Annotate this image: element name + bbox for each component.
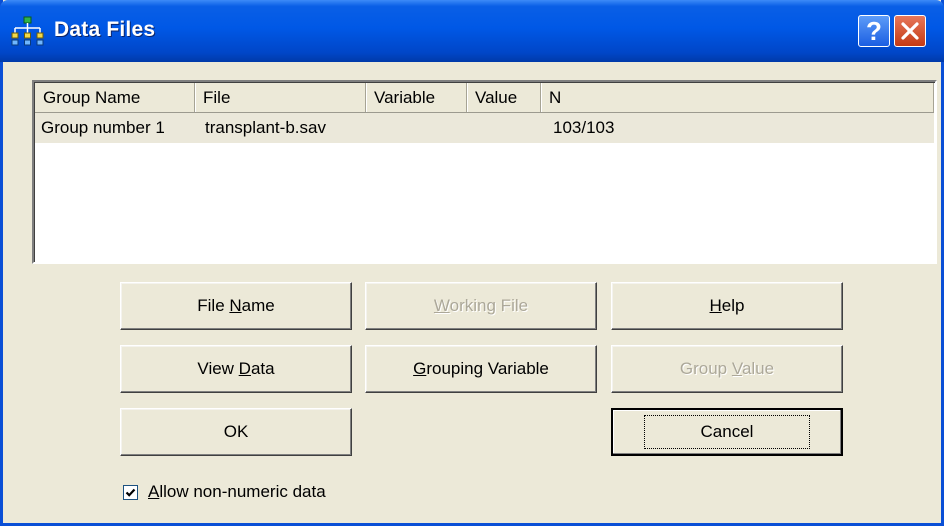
view-data-button[interactable]: View Data [120, 345, 352, 393]
cancel-button[interactable]: Cancel [611, 408, 843, 456]
working-file-label: Working File [433, 296, 529, 315]
column-header-value[interactable]: Value [467, 83, 541, 112]
help-label: Help [709, 296, 745, 315]
grouping-variable-label: Grouping Variable [413, 359, 549, 378]
column-header-file[interactable]: File [195, 83, 366, 112]
cell-group-name: Group number 1 [41, 118, 165, 137]
grouping-variable-button[interactable]: Grouping Variable [365, 345, 597, 393]
close-button[interactable] [894, 15, 926, 47]
cell-n: 103/103 [553, 118, 615, 137]
checkmark-icon [125, 488, 136, 497]
close-icon [901, 22, 919, 40]
allow-non-numeric-label[interactable]: Allow non-numeric data [148, 482, 326, 502]
file-name-label: File Name [197, 296, 275, 315]
working-file-button[interactable]: Working File [365, 282, 597, 330]
window-title: Data Files [54, 18, 156, 41]
column-header-variable[interactable]: Variable [366, 83, 467, 112]
title-bar[interactable]: Data Files ? [0, 0, 944, 62]
column-header-group-name[interactable]: Group Name [35, 83, 195, 112]
ok-button[interactable]: OK [120, 408, 352, 456]
view-data-label: View Data [197, 359, 275, 378]
group-value-label: Group Value [679, 359, 775, 378]
network-tree-icon [11, 16, 44, 46]
cancel-label: Cancel [643, 415, 811, 449]
group-value-button[interactable]: Group Value [611, 345, 843, 393]
ok-label: OK [223, 422, 249, 441]
data-files-dialog: Data Files ? Group Name File Variable Va… [0, 0, 944, 526]
column-header-n[interactable]: N [541, 83, 934, 112]
question-mark-icon: ? [866, 16, 882, 46]
table-row[interactable]: Group number 1 transplant-b.sav 103/103 [35, 113, 934, 143]
file-name-button[interactable]: File Name [120, 282, 352, 330]
cell-file: transplant-b.sav [205, 118, 326, 137]
help-title-button[interactable]: ? [858, 15, 890, 47]
allow-non-numeric-checkbox[interactable] [123, 484, 138, 500]
data-files-list[interactable]: Group Name File Variable Value N Group n… [32, 80, 937, 264]
help-button[interactable]: Help [611, 282, 843, 330]
allow-non-numeric-option[interactable]: Allow non-numeric data [123, 481, 326, 503]
list-header: Group Name File Variable Value N [35, 83, 934, 113]
